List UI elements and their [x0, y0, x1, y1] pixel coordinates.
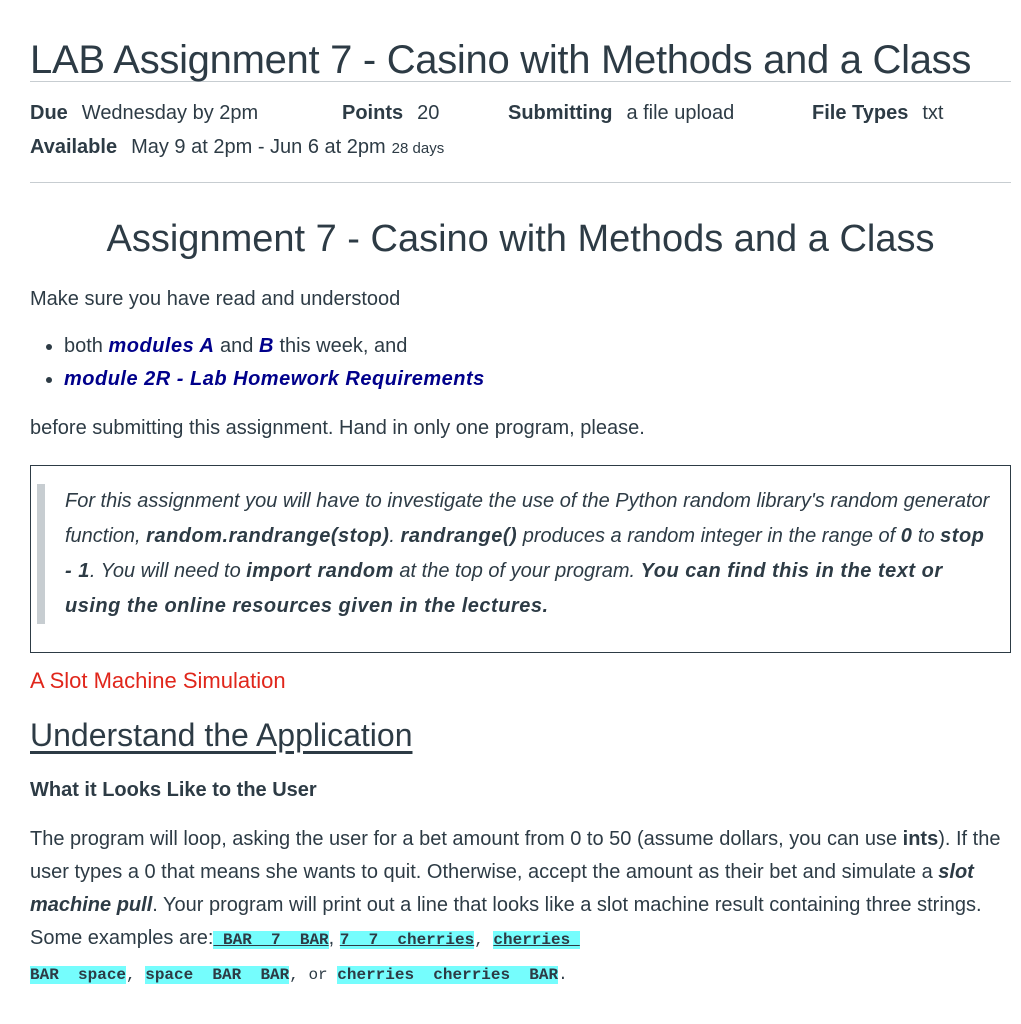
- example-result: 7 7 cherries: [339, 931, 475, 949]
- example-result: space BAR BAR: [145, 966, 290, 984]
- code-term: import random: [246, 560, 394, 582]
- text: . You will need to: [89, 560, 247, 582]
- content-heading: Assignment 7 - Casino with Methods and a…: [106, 218, 935, 260]
- separator: , or: [289, 966, 338, 984]
- text: this week, and: [273, 335, 408, 357]
- code-term: randrange(): [400, 525, 518, 547]
- details-row-1: Due Wednesday by 2pm Points 20 Submittin…: [30, 102, 1011, 136]
- section-heading: Understand the Application: [30, 717, 413, 753]
- separator: ,: [474, 931, 494, 949]
- filetypes-item: File Types txt: [812, 102, 943, 125]
- separator: .: [558, 966, 568, 984]
- points-label: Points: [342, 102, 404, 124]
- list-item: both modules A and B this week, and: [64, 330, 1011, 363]
- text: .: [389, 525, 401, 547]
- points-value: 20: [417, 102, 440, 124]
- modules-a-link[interactable]: modules A: [108, 335, 214, 357]
- page-title: LAB Assignment 7 - Casino with Methods a…: [30, 38, 972, 82]
- list-item: module 2R - Lab Homework Requirements: [64, 363, 1011, 396]
- example-result: cherries: [493, 931, 580, 949]
- submitting-value: a file upload: [626, 102, 735, 124]
- points-item: Points 20: [342, 102, 508, 125]
- details-row-2: Available May 9 at 2pm - Jun 6 at 2pm 28…: [30, 136, 1011, 170]
- assignment-details: Due Wednesday by 2pm Points 20 Submittin…: [30, 82, 1011, 182]
- available-days: 28 days: [391, 140, 445, 157]
- code-term: random.randrange(stop): [146, 525, 390, 547]
- due-item: Due Wednesday by 2pm: [30, 102, 342, 125]
- text: produces a random integer in the range o…: [517, 525, 901, 547]
- divider: [30, 182, 1011, 183]
- text: ,: [328, 927, 340, 949]
- bold-term: ints: [902, 828, 939, 850]
- due-label: Due: [30, 102, 68, 124]
- note-box: For this assignment you will have to inv…: [30, 465, 1011, 653]
- filetypes-value: txt: [922, 102, 944, 124]
- assignment-description: Assignment 7 - Casino with Methods and a…: [30, 213, 1011, 992]
- example-result: BAR 7 BAR: [213, 931, 329, 949]
- section-subtitle: A Slot Machine Simulation: [30, 668, 286, 693]
- separator: ,: [126, 966, 146, 984]
- before-text: before submitting this assignment. Hand …: [30, 417, 645, 439]
- module-2r-link[interactable]: module 2R - Lab Homework Requirements: [64, 368, 485, 390]
- code-term: 0: [900, 525, 913, 547]
- text: and: [214, 335, 259, 357]
- available-label: Available: [30, 136, 118, 158]
- submitting-label: Submitting: [508, 102, 613, 124]
- text: The program will loop, asking the user f…: [30, 828, 903, 850]
- submitting-item: Submitting a file upload: [508, 102, 812, 125]
- example-result: cherries cherries BAR: [337, 966, 559, 984]
- filetypes-label: File Types: [812, 102, 909, 124]
- intro-text: Make sure you have read and understood: [30, 288, 401, 310]
- example-result: BAR space: [30, 966, 127, 984]
- due-value: Wednesday by 2pm: [81, 102, 259, 124]
- prerequisite-list: both modules A and B this week, and modu…: [30, 330, 1011, 396]
- module-b-link[interactable]: B: [259, 335, 274, 357]
- note-quote: For this assignment you will have to inv…: [37, 484, 996, 624]
- available-value: May 9 at 2pm - Jun 6 at 2pm: [131, 136, 386, 158]
- text: both: [64, 335, 109, 357]
- text: to: [912, 525, 941, 547]
- text: at the top of your program.: [393, 560, 641, 582]
- subsection-heading: What it Looks Like to the User: [30, 779, 317, 801]
- assignment-page: LAB Assignment 7 - Casino with Methods a…: [0, 0, 1021, 992]
- description-paragraph: The program will loop, asking the user f…: [30, 823, 1011, 992]
